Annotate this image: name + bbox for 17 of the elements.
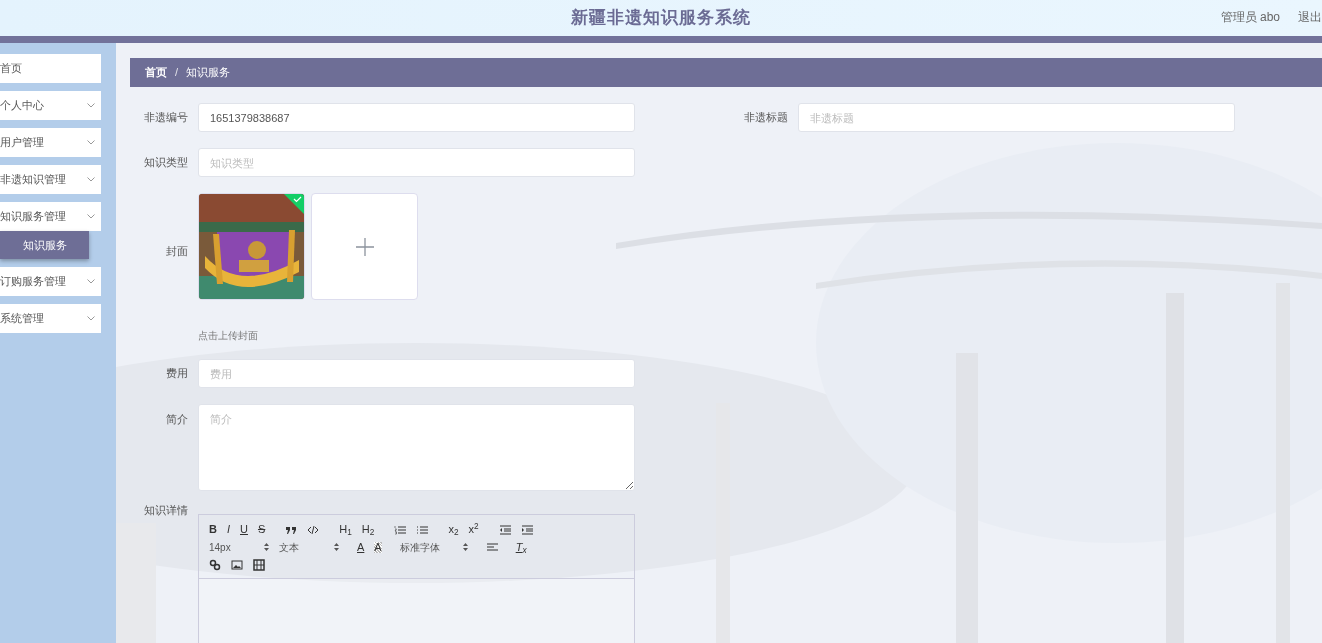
menu-item[interactable]: 知识服务管理 xyxy=(0,202,101,231)
menu-item[interactable]: 订购服务管理 xyxy=(0,267,101,296)
user-label: 管理员 abo xyxy=(1220,9,1280,26)
menu-item[interactable]: 个人中心 xyxy=(0,91,101,120)
chevron-icon xyxy=(87,279,95,284)
menu-item[interactable]: 用户管理 xyxy=(0,128,101,157)
chevron-icon xyxy=(87,316,95,321)
menu-item[interactable]: 系统管理 xyxy=(0,304,101,333)
logout-link[interactable]: 退出 xyxy=(1298,8,1322,26)
menu-item[interactable]: 非遗知识管理 xyxy=(0,165,101,194)
chevron-icon xyxy=(87,140,95,145)
menu-item[interactable]: 首页 xyxy=(0,54,101,83)
chevron-icon xyxy=(87,214,95,219)
chevron-icon xyxy=(87,103,95,108)
submenu-item[interactable]: 知识服务 xyxy=(0,231,89,259)
app-title: 新疆非遗知识服务系统 xyxy=(571,7,751,30)
chevron-icon xyxy=(87,177,95,182)
